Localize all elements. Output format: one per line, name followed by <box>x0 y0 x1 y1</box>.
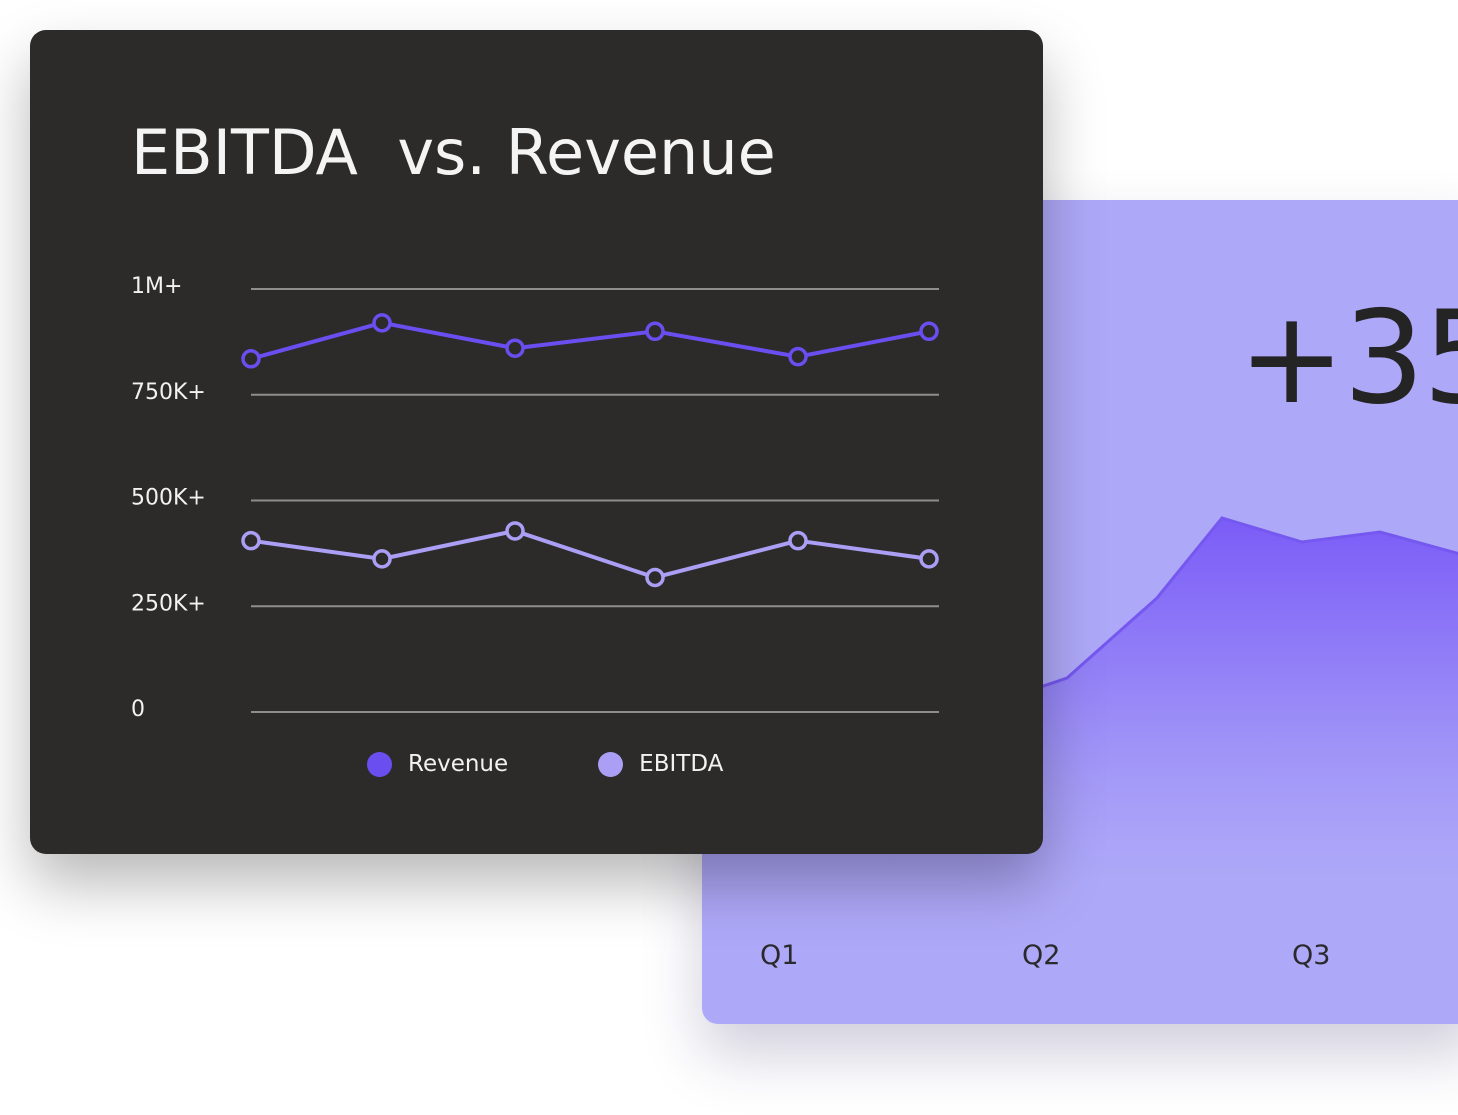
line-chart-plot: 1M+ 750K+ 500K+ 250K+ 0 <box>131 274 939 722</box>
ebitda-revenue-card: EBITDA vs. Revenue 1M+ 750K+ 500K+ 250K+ 0 R… <box>30 30 1043 854</box>
data-point-ebitda[interactable] <box>645 567 665 588</box>
data-point-revenue[interactable] <box>645 321 665 342</box>
series-line-ebitda <box>250 528 930 580</box>
y-tick-label: 750K+ <box>131 380 206 405</box>
data-point-ebitda[interactable] <box>919 549 939 569</box>
series-line-revenue <box>250 320 930 361</box>
legend-item-revenue: Revenue <box>367 751 508 777</box>
data-point-ebitda[interactable] <box>505 521 525 541</box>
data-point-ebitda[interactable] <box>241 530 261 551</box>
y-tick-label: 500K+ <box>131 486 206 511</box>
quarter-label-q2: Q2 <box>1022 940 1061 971</box>
data-point-ebitda[interactable] <box>372 549 392 569</box>
legend-ebitda-swatch <box>598 751 624 777</box>
y-tick-label: 250K+ <box>131 591 206 616</box>
data-point-revenue[interactable] <box>505 338 525 358</box>
quarter-label-q1: Q1 <box>760 940 799 971</box>
y-tick-label: 0 <box>131 697 145 722</box>
data-point-revenue[interactable] <box>372 313 392 333</box>
data-point-revenue[interactable] <box>919 321 939 342</box>
data-point-revenue[interactable] <box>788 346 808 367</box>
legend-revenue-swatch <box>367 751 392 777</box>
data-point-revenue[interactable] <box>241 349 261 369</box>
quarter-label-q3: Q3 <box>1292 940 1331 971</box>
data-point-ebitda[interactable] <box>788 530 808 551</box>
chart-legend: Revenue EBITDA <box>367 747 813 781</box>
growth-stat: +35 <box>1238 284 1458 433</box>
legend-ebitda-label: EBITDA <box>639 751 724 777</box>
legend-item-ebitda: EBITDA <box>598 751 723 777</box>
legend-revenue-label: Revenue <box>408 751 509 777</box>
y-tick-label: 1M+ <box>131 274 182 299</box>
